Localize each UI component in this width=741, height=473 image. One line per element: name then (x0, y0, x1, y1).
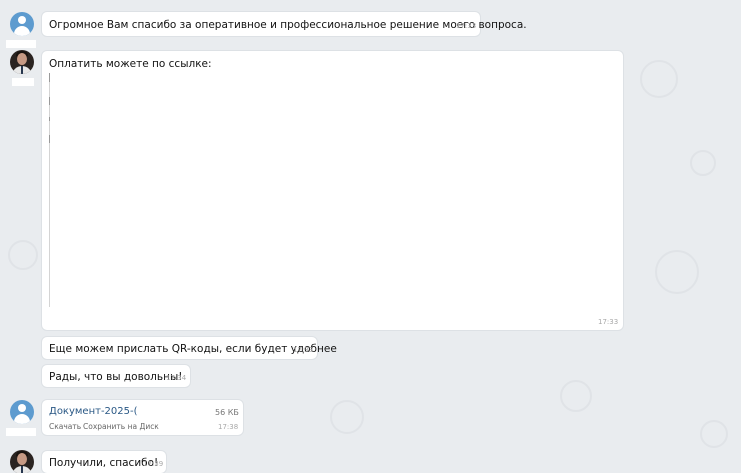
redacted-link-area[interactable] (49, 73, 612, 307)
user-avatar-icon (18, 404, 26, 412)
message-bubble[interactable]: Еще можем прислать QR-коды, если будет у… (41, 336, 337, 360)
file-size: 56 КБ (215, 408, 239, 417)
wallpaper-doodle (690, 150, 716, 176)
user-avatar[interactable] (10, 400, 34, 424)
message-time: 17:33 (598, 318, 619, 326)
user-avatar[interactable] (10, 12, 34, 36)
message-bubble[interactable]: Оплатить можете по ссылке: 17:33 (41, 50, 624, 331)
message-time: 17:33 (293, 346, 314, 354)
agent-avatar[interactable] (10, 450, 34, 473)
user-avatar-icon (18, 16, 26, 24)
wallpaper-doodle (640, 60, 678, 98)
sender-name-mask (12, 78, 34, 86)
message-time: 17:33 (456, 22, 477, 30)
file-message-bubble[interactable]: Документ-2025-( 56 КБ Скачать Сохранить … (41, 399, 244, 436)
file-name-link[interactable]: Документ-2025-( (49, 406, 138, 417)
text-marker (49, 135, 50, 143)
text-marker (49, 97, 50, 105)
sender-name-mask (6, 428, 36, 436)
message-text: Получили, спасибо! (49, 457, 159, 469)
text-marker (49, 73, 50, 82)
wallpaper-doodle (560, 380, 592, 412)
message-time: 17:39 (143, 460, 164, 468)
chat-history[interactable]: Огромное Вам спасибо за оперативное и пр… (0, 0, 741, 473)
wallpaper-doodle (8, 240, 38, 270)
wallpaper-doodle (700, 420, 728, 448)
message-bubble[interactable]: Получили, спасибо! 17:39 (41, 450, 167, 473)
save-to-disk-link[interactable]: Сохранить на Диск (83, 422, 159, 431)
text-marker (49, 117, 50, 121)
wallpaper-doodle (330, 400, 364, 434)
message-bubble[interactable]: Рады, что вы довольны! 17:34 (41, 364, 191, 388)
message-time: 17:34 (166, 374, 187, 382)
sender-name-mask (6, 40, 36, 48)
agent-avatar[interactable] (10, 50, 34, 74)
message-time: 17:38 (218, 423, 239, 431)
message-text: Рады, что вы довольны! (49, 371, 183, 383)
download-link[interactable]: Скачать (49, 422, 81, 431)
wallpaper-doodle (655, 250, 699, 294)
message-text: Оплатить можете по ссылке: (49, 58, 212, 70)
message-text: Огромное Вам спасибо за оперативное и пр… (49, 19, 527, 31)
message-bubble[interactable]: Огромное Вам спасибо за оперативное и пр… (41, 11, 527, 37)
